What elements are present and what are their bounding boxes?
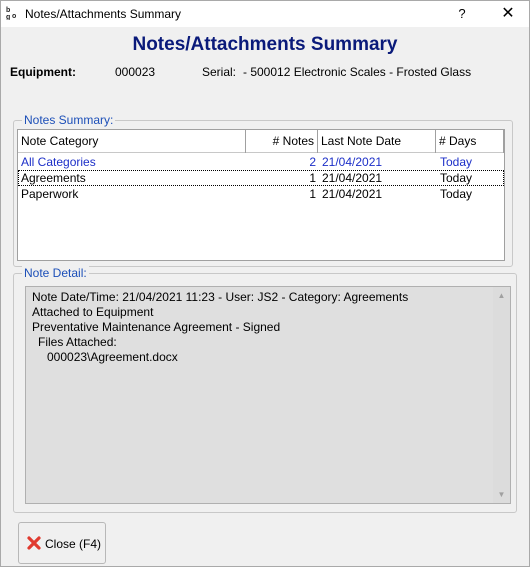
- cell-notes: 1: [309, 187, 316, 201]
- detail-line: Note Date/Time: 21/04/2021 11:23 - User:…: [32, 290, 409, 304]
- notes-attachments-window: b o g Notes/Attachments Summary ? ✕ Note…: [0, 0, 530, 567]
- detail-line: Attached to Equipment: [32, 305, 154, 319]
- help-button[interactable]: ?: [447, 1, 477, 27]
- cell-days: Today: [440, 187, 473, 201]
- grid-header: Note Category # Notes Last Note Date # D…: [18, 130, 504, 153]
- column-days[interactable]: # Days: [436, 130, 504, 153]
- serial-label: Serial:: [202, 65, 237, 79]
- cell-days: Today: [440, 155, 473, 169]
- column-notes-count[interactable]: # Notes: [246, 130, 318, 153]
- notes-summary-legend: Notes Summary:: [22, 113, 116, 127]
- cell-notes: 1: [309, 171, 316, 185]
- cell-category: Agreements: [21, 171, 86, 185]
- cell-last-date: 21/04/2021: [322, 187, 383, 201]
- title-bar: b o g Notes/Attachments Summary ? ✕: [1, 1, 529, 27]
- svg-text:o: o: [12, 13, 16, 20]
- equipment-label: Equipment:: [10, 65, 76, 79]
- close-button[interactable]: Close (F4): [18, 522, 106, 564]
- svg-text:b: b: [6, 7, 10, 14]
- note-detail-text[interactable]: Note Date/Time: 21/04/2021 11:23 - User:…: [25, 286, 511, 504]
- svg-text:g: g: [6, 14, 10, 20]
- equipment-value: 000023: [115, 65, 156, 79]
- notes-summary-grid[interactable]: Note Category # Notes Last Note Date # D…: [17, 129, 505, 261]
- window-close-button[interactable]: ✕: [491, 1, 525, 27]
- table-row[interactable]: Paperwork 1 21/04/2021 Today: [18, 186, 504, 202]
- serial-value: - 500012 Electronic Scales - Frosted Gla…: [243, 65, 472, 79]
- window-title: Notes/Attachments Summary: [25, 7, 182, 21]
- close-button-label: Close (F4): [45, 537, 102, 551]
- table-row[interactable]: All Categories 2 21/04/2021 Today: [18, 154, 504, 170]
- app-icon: b o g: [6, 6, 20, 21]
- scroll-down-icon[interactable]: ▼: [497, 490, 506, 499]
- table-row[interactable]: Agreements 1 21/04/2021 Today: [18, 170, 504, 186]
- cell-category: All Categories: [21, 155, 96, 169]
- detail-line: 000023\Agreement.docx: [47, 350, 178, 364]
- detail-line: Preventative Maintenance Agreement - Sig…: [32, 320, 281, 334]
- cell-notes: 2: [309, 155, 316, 169]
- column-last-note-date[interactable]: Last Note Date: [318, 130, 436, 153]
- close-x-icon: [26, 535, 42, 551]
- note-detail-legend: Note Detail:: [22, 266, 89, 280]
- column-note-category[interactable]: Note Category: [18, 130, 246, 153]
- cell-category: Paperwork: [21, 187, 79, 201]
- cell-last-date: 21/04/2021: [322, 171, 383, 185]
- detail-line: Files Attached:: [38, 335, 117, 349]
- scroll-up-icon[interactable]: ▲: [497, 291, 506, 300]
- cell-days: Today: [440, 171, 473, 185]
- cell-last-date: 21/04/2021: [322, 155, 383, 169]
- vertical-scrollbar[interactable]: ▲ ▼: [493, 287, 510, 503]
- page-title: Notes/Attachments Summary: [132, 34, 398, 55]
